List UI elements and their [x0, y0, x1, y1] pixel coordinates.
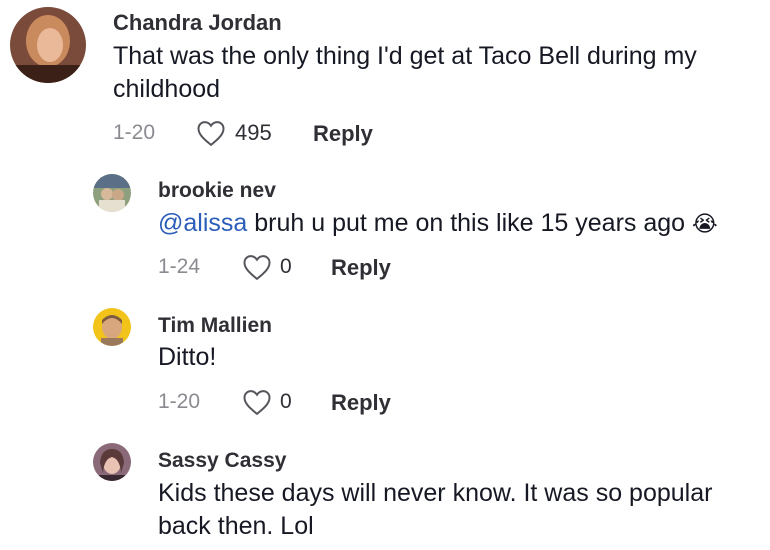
avatar[interactable]	[10, 7, 86, 83]
comment-text-body: bruh u put me on this like 15 years ago	[247, 209, 686, 237]
reply-button[interactable]: Reply	[313, 121, 373, 147]
like-count: 495	[235, 120, 272, 145]
avatar-image	[93, 308, 131, 346]
comment-author[interactable]: Tim Mallien	[158, 314, 272, 338]
reply-button[interactable]: Reply	[331, 390, 391, 416]
heart-icon[interactable]	[196, 119, 226, 147]
comment-text: Ditto!	[158, 343, 217, 371]
comment-text: @alissa bruh u put me on this like 15 ye…	[158, 207, 758, 241]
avatar[interactable]	[93, 443, 131, 481]
comment-author[interactable]: Chandra Jordan	[113, 10, 282, 36]
comment-date: 1-20	[158, 390, 201, 413]
heart-icon[interactable]	[242, 388, 272, 416]
avatar-image	[93, 174, 131, 212]
comment-author[interactable]: brookie nev	[158, 179, 276, 203]
comment-date: 1-20	[113, 121, 156, 144]
comment-text: That was the only thing I'd get at Taco …	[113, 42, 697, 103]
avatar-image	[10, 7, 86, 83]
avatar[interactable]	[93, 308, 131, 346]
reply-button[interactable]: Reply	[331, 255, 391, 281]
avatar-image	[93, 443, 131, 481]
crying-emoji-icon: 😭	[692, 212, 718, 237]
avatar[interactable]	[93, 174, 131, 212]
comment-text: Kids these days will never know. It was …	[158, 479, 713, 540]
comment-author[interactable]: Sassy Cassy	[158, 449, 286, 473]
heart-icon[interactable]	[242, 253, 272, 281]
mention-link[interactable]: @alissa	[158, 209, 247, 237]
like-count: 0	[280, 390, 292, 413]
like-count: 0	[280, 255, 292, 278]
comment-date: 1-24	[158, 255, 201, 278]
